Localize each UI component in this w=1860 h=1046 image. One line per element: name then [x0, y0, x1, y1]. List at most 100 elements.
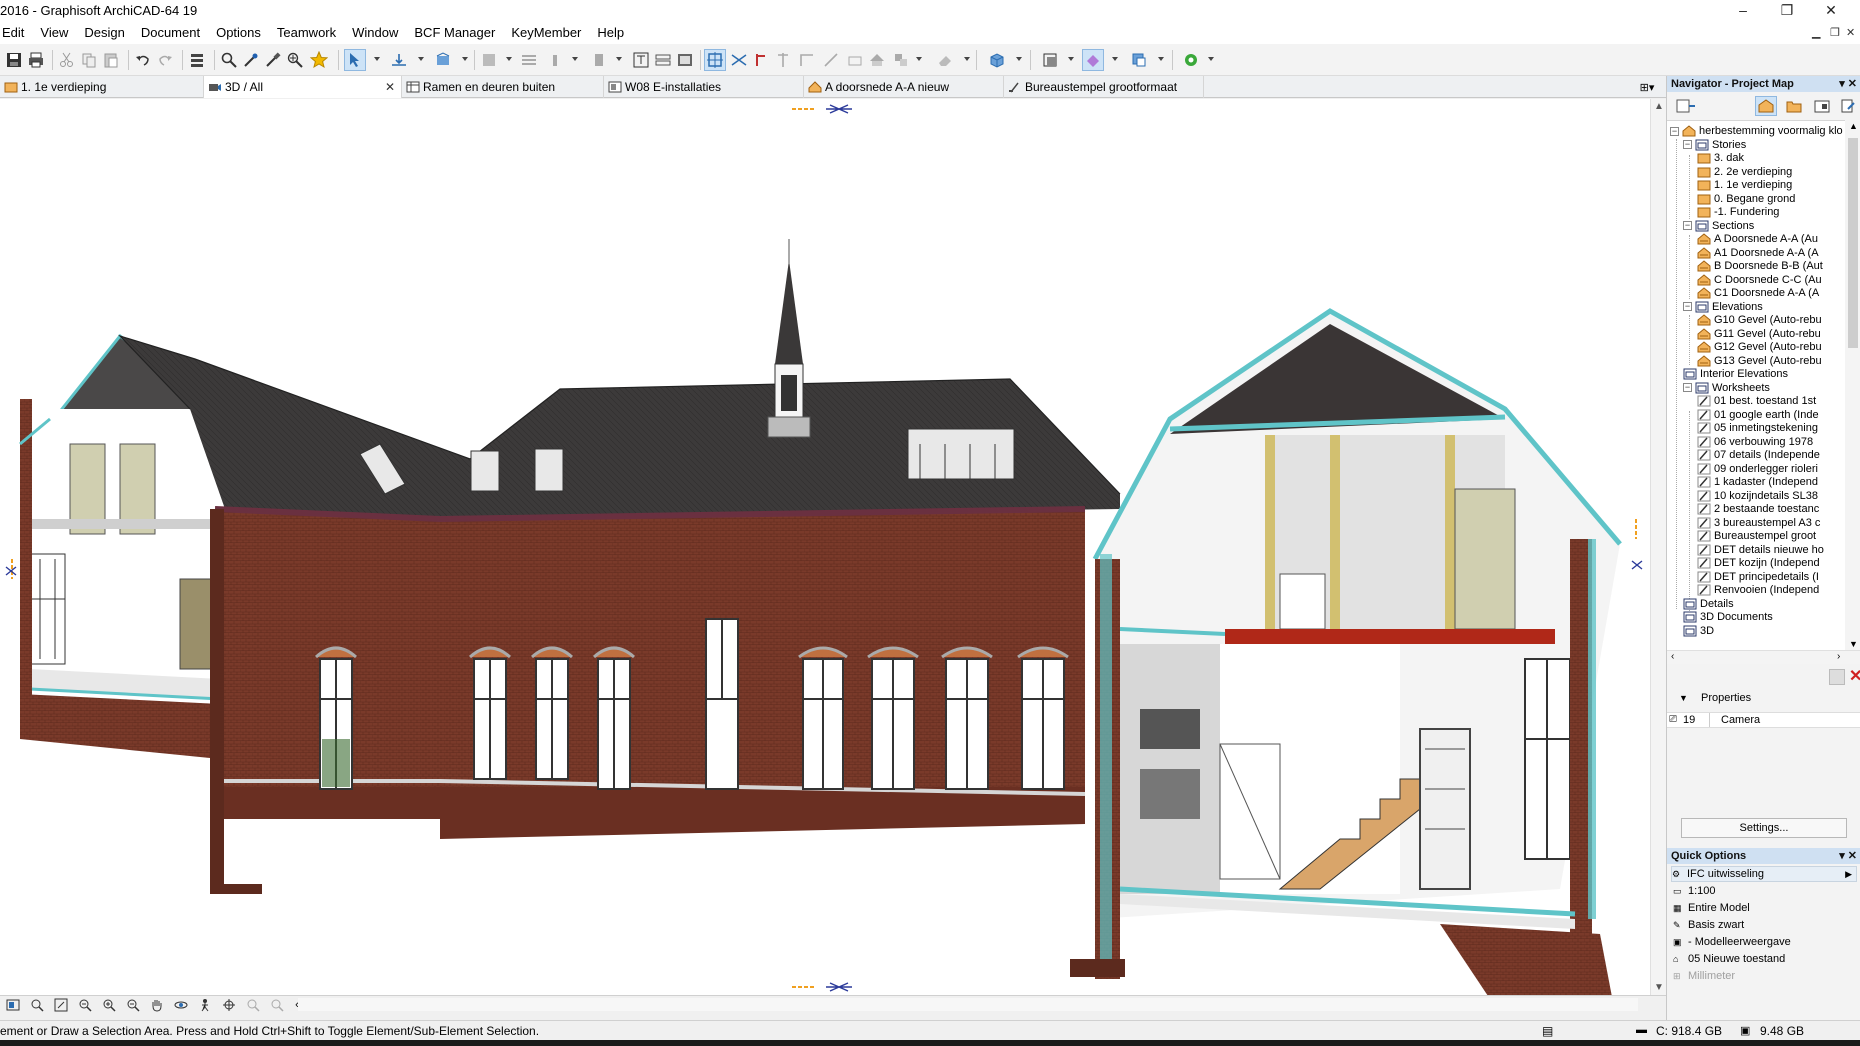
chevron-down-icon[interactable] [1158, 57, 1164, 61]
marquee-icon[interactable] [1082, 49, 1104, 71]
menu-window[interactable]: Window [344, 22, 406, 44]
bimx-icon[interactable] [1180, 49, 1202, 71]
tab-3d-all[interactable]: 3D / All ✕ [204, 76, 402, 98]
redo-icon[interactable] [154, 49, 176, 71]
project-map-icon[interactable] [1755, 96, 1777, 116]
print-icon[interactable] [25, 49, 47, 71]
suspend-groups-icon[interactable] [432, 49, 454, 71]
menu-design[interactable]: Design [76, 22, 132, 44]
panel-controls-icon[interactable]: ▾ ✕ [1839, 76, 1857, 92]
tree-horizontal-scrollbar[interactable]: ‹ › [1667, 650, 1860, 664]
chevron-down-icon[interactable] [572, 57, 578, 61]
copy-icon[interactable] [78, 49, 100, 71]
scroll-left-icon[interactable]: ‹ [1671, 651, 1674, 662]
scale-item[interactable]: ▭ 1:100 [1673, 883, 1716, 899]
eraser-icon[interactable] [934, 49, 956, 71]
undo-icon[interactable] [132, 49, 154, 71]
close-icon[interactable]: ✕ [385, 80, 395, 94]
publisher-sets-icon[interactable] [1837, 96, 1859, 116]
view-map-icon[interactable] [1783, 96, 1805, 116]
drag-icon[interactable] [544, 49, 566, 71]
model-view-options-item[interactable]: ⚙ IFC uitwisseling ▶ [1671, 866, 1857, 882]
settings-button[interactable]: Settings... [1681, 818, 1847, 838]
cut-icon[interactable] [56, 49, 78, 71]
tab-1e-verdieping[interactable]: 1. 1e verdieping [0, 76, 204, 98]
tab-bureaustempel[interactable]: Bureaustempel grootformaat [1004, 76, 1204, 98]
guide-lines-icon[interactable] [704, 49, 726, 71]
3d-viewport[interactable] [0, 99, 1650, 995]
collapse-icon[interactable]: − [1683, 302, 1692, 311]
layout-book-icon[interactable] [1811, 96, 1833, 116]
tab-list-button[interactable]: ⊞▾ [1628, 76, 1666, 98]
eyedropper-icon[interactable] [240, 49, 262, 71]
magic-wand-icon[interactable] [284, 49, 306, 71]
collapse-icon[interactable]: − [1683, 383, 1692, 392]
properties-row[interactable]: ⎚ 19 Camera [1667, 712, 1860, 728]
save-icon[interactable] [3, 49, 25, 71]
chevron-down-icon[interactable] [1208, 57, 1214, 61]
renovation-filter-item[interactable]: ⌂ 05 Nieuwe toestand [1673, 951, 1785, 967]
doc-restore-icon[interactable]: ❐ [1830, 26, 1840, 39]
view-cutaway-icon[interactable] [1040, 49, 1062, 71]
syringe-icon[interactable] [262, 49, 284, 71]
chevron-down-icon[interactable] [616, 57, 622, 61]
chevron-down-icon[interactable] [916, 57, 922, 61]
next-zoom-icon[interactable] [268, 997, 286, 1013]
viewport-horizontal-scrollbar[interactable] [298, 998, 1638, 1011]
zoom-to-selection-icon[interactable] [76, 997, 94, 1013]
tab-w08-e-installaties[interactable]: W08 E-installaties [604, 76, 804, 98]
close-button[interactable]: ✕ [1812, 0, 1850, 22]
collapse-icon[interactable]: − [1683, 140, 1692, 149]
chevron-down-icon[interactable] [1016, 57, 1022, 61]
tab-ramen-en-deuren-buiten[interactable]: Ramen en deuren buiten [402, 76, 604, 98]
scroll-up-icon[interactable]: ▲ [1654, 101, 1664, 112]
menu-options[interactable]: Options [208, 22, 269, 44]
snap-icon[interactable] [728, 49, 750, 71]
adjust-icon[interactable] [844, 49, 866, 71]
paste-icon[interactable] [100, 49, 122, 71]
dimension-icon[interactable] [630, 49, 652, 71]
rotate-icon[interactable] [220, 997, 238, 1013]
layers-icon[interactable] [186, 49, 208, 71]
chevron-down-icon[interactable] [1068, 57, 1074, 61]
gravity-icon[interactable] [388, 49, 410, 71]
view-options-icon[interactable] [4, 997, 22, 1013]
trace-icon[interactable] [750, 49, 772, 71]
zoom-in-icon[interactable] [100, 997, 118, 1013]
3d-box-icon[interactable] [986, 49, 1008, 71]
pen-set-item[interactable]: ✎ Basis zwart [1673, 917, 1744, 933]
fillet-icon[interactable] [820, 49, 842, 71]
scroll-up-icon[interactable]: ▲ [1849, 121, 1858, 131]
properties-toggle[interactable]: ▼ Properties [1679, 692, 1751, 704]
collapse-icon[interactable]: − [1670, 126, 1679, 136]
tree-vertical-scrollbar[interactable]: ▲ ▼ [1845, 120, 1860, 650]
offset-icon[interactable] [796, 49, 818, 71]
previous-zoom-icon[interactable] [244, 997, 262, 1013]
chevron-down-icon[interactable] [462, 57, 468, 61]
chevron-down-icon[interactable] [418, 57, 424, 61]
distribute-icon[interactable] [674, 49, 696, 71]
element-icon[interactable] [588, 49, 610, 71]
panel-controls-icon[interactable]: ▾ ✕ [1839, 848, 1857, 864]
tree-item[interactable]: 3D [1683, 623, 1714, 639]
roof-icon[interactable] [866, 49, 888, 71]
find-select-icon[interactable] [218, 49, 240, 71]
align-icon[interactable] [652, 49, 674, 71]
group-icon[interactable] [478, 49, 500, 71]
menu-keymember[interactable]: KeyMember [503, 22, 589, 44]
pan-icon[interactable] [148, 997, 166, 1013]
renovation-icon[interactable] [1128, 49, 1150, 71]
hatch-icon[interactable] [518, 49, 540, 71]
delete-icon[interactable]: ✕ [1849, 666, 1860, 686]
collapse-icon[interactable]: − [1683, 221, 1692, 230]
minimize-button[interactable]: – [1724, 0, 1762, 22]
fit-in-window-icon[interactable] [52, 997, 70, 1013]
tab-a-doorsnede[interactable]: A doorsnede A-A nieuw [804, 76, 1004, 98]
properties-icon[interactable] [1829, 669, 1845, 685]
zoom-out-icon[interactable] [124, 997, 142, 1013]
menu-help[interactable]: Help [589, 22, 632, 44]
chevron-down-icon[interactable] [964, 57, 970, 61]
printer-icon[interactable]: ▤ [1542, 1024, 1553, 1038]
menu-document[interactable]: Document [133, 22, 208, 44]
menu-bcf-manager[interactable]: BCF Manager [406, 22, 503, 44]
